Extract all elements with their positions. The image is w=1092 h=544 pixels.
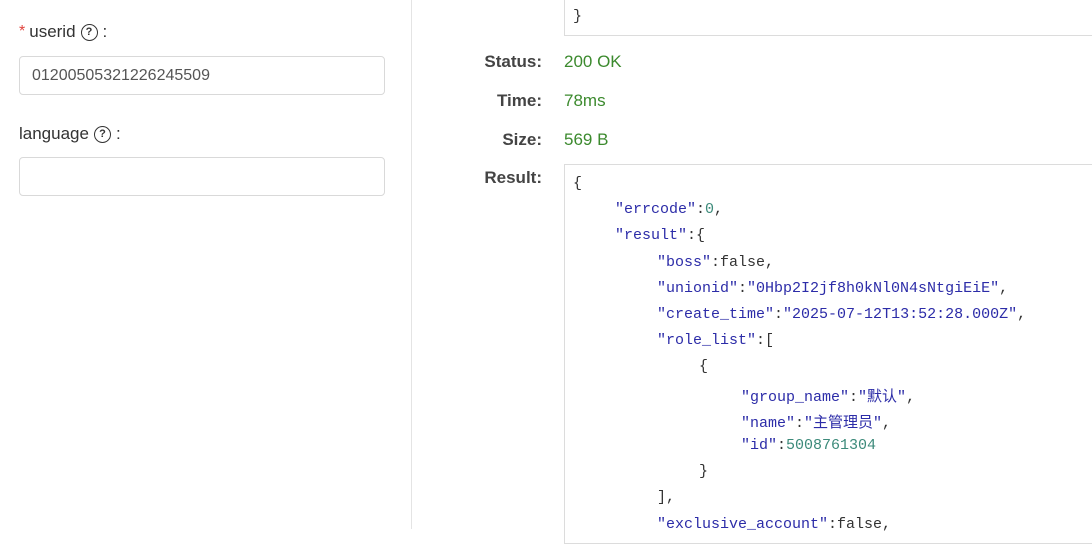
request-params-panel: * userid ? : language ? : [0,0,412,529]
json-token-key: "exclusive_account" [657,515,829,533]
json-token-key: "create_time" [657,306,775,323]
status-label: Status: [484,52,542,71]
json-token-key: "boss" [657,253,712,271]
json-token-punc: :{ [687,227,706,245]
json-line: } [699,463,708,480]
json-token-punc: { [699,358,709,376]
result-json-box[interactable]: {"errcode":0, "result":{"boss":false, "uni… [564,164,1092,544]
json-token-punc: } [699,463,709,481]
required-mark: * [19,23,26,40]
json-token-key: "name" [741,414,796,432]
json-line: "create_time":"2025-07-12T13:52:28.000Z"… [657,306,1026,323]
json-token-punc: : [777,437,787,454]
language-label-row: language ? : [19,124,121,144]
json-line: { [699,358,708,375]
json-token-num: 5008761304 [786,437,877,454]
json-line: "id":5008761304 [741,437,876,454]
language-input[interactable] [19,157,385,196]
json-line: "result":{ [615,227,705,244]
size-label: Size: [502,130,542,149]
userid-label: userid [29,22,76,41]
json-line: "boss":false, [657,254,774,271]
json-token-punc: :false, [711,253,775,271]
json-line: "role_list":[ [657,332,774,349]
json-token-str: "默认" [858,388,907,406]
json-token-punc: : [795,414,805,432]
size-value: 569 B [564,130,609,149]
json-line: "group_name":"默认", [741,385,915,406]
json-token-punc: : [738,279,748,297]
json-token-punc: : [696,201,706,219]
json-token-punc: , [1017,306,1027,323]
language-colon: : [115,124,121,143]
userid-colon: : [102,22,108,41]
response-panel: } Status: 200 OK Time: 78ms Size: 569 B … [412,0,1092,544]
json-token-punc: { [573,175,583,192]
closing-brace: } [573,8,583,25]
result-label: Result: [484,168,542,187]
json-token-key: "unionid" [657,279,739,297]
json-token-num: 0 [705,201,715,219]
json-token-punc: :false, [828,515,892,533]
json-line: "exclusive_account":false, [657,516,891,533]
time-label: Time: [496,91,542,110]
json-token-punc: : [774,306,784,323]
json-line: "name":"主管理员", [741,411,891,432]
json-token-punc: , [882,414,892,432]
json-token-punc: : [849,388,859,406]
json-token-punc: :[ [756,332,775,350]
userid-input[interactable] [19,56,385,95]
json-token-str: "2025-07-12T13:52:28.000Z" [783,306,1018,323]
json-token-punc: , [906,388,916,406]
time-value: 78ms [564,91,606,110]
json-token-punc: , [714,201,724,219]
json-line: "unionid":"0Hbp2I2jf8h0kNl0N4sNtgiEiE", [657,280,1008,297]
json-token-str: "主管理员" [804,414,883,432]
json-token-key: "result" [615,227,688,245]
userid-label-row: * userid ? : [19,22,107,42]
json-token-key: "role_list" [657,332,757,350]
question-circle-icon[interactable]: ? [93,125,111,143]
json-token-punc: , [999,279,1009,297]
json-line: { [573,175,582,192]
json-line: "errcode":0, [615,201,723,218]
json-token-str: "0Hbp2I2jf8h0kNl0N4sNtgiEiE" [747,279,1000,297]
json-token-key: "errcode" [615,201,697,219]
status-value: 200 OK [564,52,622,71]
json-token-key: "group_name" [741,388,850,406]
json-token-punc: ], [657,489,676,507]
question-circle-icon[interactable]: ? [80,23,98,41]
json-line: ], [657,489,675,506]
previous-code-box: } [564,0,1092,36]
json-token-key: "id" [741,437,778,454]
language-label: language [19,124,89,143]
